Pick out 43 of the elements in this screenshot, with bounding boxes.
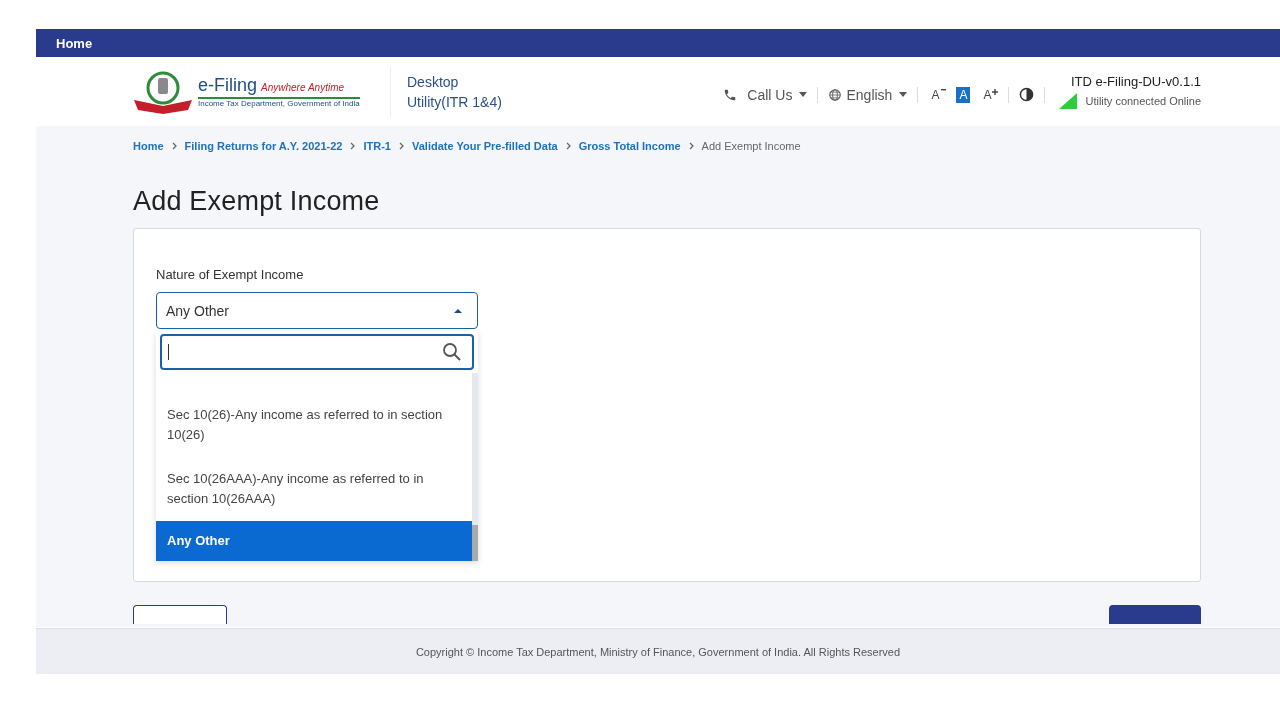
- chevron-icon: [565, 142, 571, 150]
- field-label: Nature of Exempt Income: [156, 267, 305, 282]
- dropdown-option[interactable]: Any Other: [156, 521, 472, 561]
- language-dropdown[interactable]: English: [828, 86, 908, 103]
- breadcrumb-link[interactable]: Validate Your Pre-filled Data: [412, 140, 558, 152]
- version-label: ITD e-Filing-DU-v0.1.1: [1069, 74, 1201, 89]
- signal-icon: [1059, 93, 1078, 109]
- contrast-icon[interactable]: [1019, 87, 1035, 102]
- dropdown-option[interactable]: Sec 10(26)-Any income as referred to in section 10(26): [156, 393, 472, 457]
- phone-icon: [723, 87, 738, 102]
- font-size-button[interactable]: A: [928, 86, 947, 103]
- secondary-button[interactable]: [133, 605, 227, 624]
- logo-tagline: Anywhere Anytime: [261, 82, 345, 93]
- call-us-dropdown[interactable]: Call Us: [747, 86, 808, 103]
- chevron-icon: [399, 142, 404, 150]
- logo-subtitle: Income Tax Department, Government of India: [198, 99, 360, 108]
- caret-icon: [453, 307, 463, 314]
- home-link[interactable]: Home: [56, 35, 93, 51]
- breadcrumb-link[interactable]: ITR-1: [363, 140, 391, 152]
- font-size-button[interactable]: A: [980, 86, 999, 103]
- copyright-text: Copyright © Income Tax Department, Ministry of Finance, Government of India. All Rights Reserved: [415, 645, 901, 658]
- dropdown-option[interactable]: Sec 10(26AAA)-Any income as referred to in section 10(26AAA): [156, 457, 472, 521]
- globe-icon: [828, 87, 843, 102]
- scrollbar[interactable]: [472, 373, 478, 561]
- breadcrumb-link[interactable]: Filing Returns for A.Y. 2021-22: [184, 140, 343, 152]
- chevron-icon: [171, 142, 177, 150]
- search-icon: [442, 342, 462, 362]
- chevron-icon: [688, 142, 694, 150]
- exempt-income-dropdown[interactable]: Any Other: [156, 292, 478, 329]
- logo-title: e-Filing: [198, 75, 258, 95]
- chevron-icon: [350, 142, 356, 150]
- emblem-icon: [132, 69, 194, 114]
- breadcrumb-link[interactable]: Home: [133, 140, 164, 152]
- app-name: Desktop: [407, 72, 460, 92]
- search-field[interactable]: [160, 334, 474, 370]
- plus-icon: [992, 88, 999, 95]
- app-name: Utility(ITR 1&4): [407, 92, 502, 112]
- minus-icon: [941, 88, 947, 91]
- breadcrumb-current: Add Exempt Income: [701, 140, 801, 152]
- connection-status: Utility connected Online: [1085, 95, 1201, 107]
- breadcrumb-link[interactable]: Gross Total Income: [578, 140, 681, 152]
- font-size-button[interactable]: A: [956, 86, 971, 103]
- page-title: Add Exempt Income: [133, 186, 381, 217]
